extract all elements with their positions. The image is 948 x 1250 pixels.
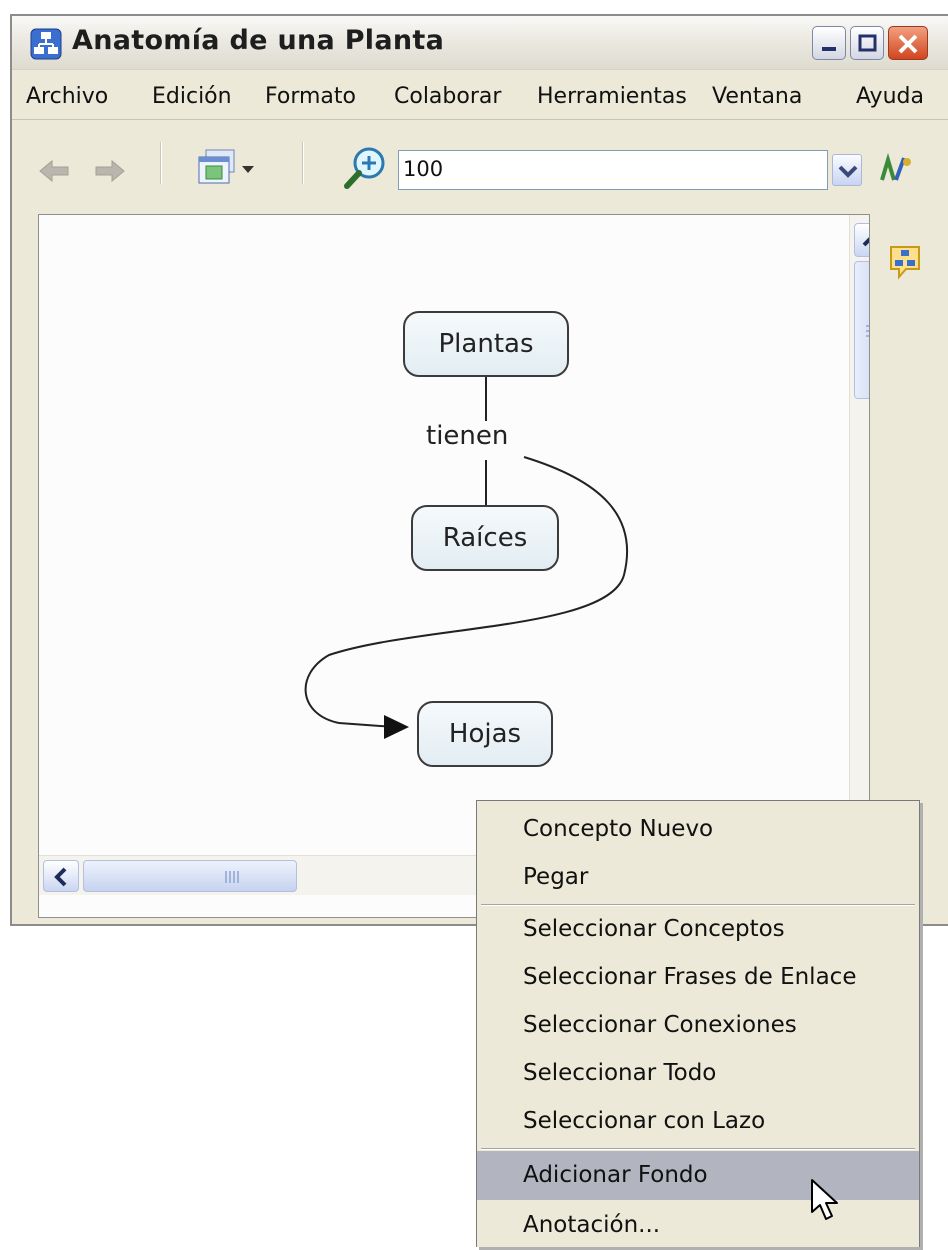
menu-item-pegar[interactable]: Pegar xyxy=(477,853,919,902)
minimize-icon xyxy=(822,47,836,51)
menu-archivo[interactable]: Archivo xyxy=(26,84,108,109)
menu-item-seleccionar-con-lazo[interactable]: Seleccionar con Lazo xyxy=(477,1097,919,1146)
vertical-scroll-thumb[interactable] xyxy=(854,261,869,399)
menu-ayuda[interactable]: Ayuda xyxy=(856,84,924,109)
toolbar-separator xyxy=(160,142,162,184)
menu-item-seleccionar-conceptos[interactable]: Seleccionar Conceptos xyxy=(477,905,919,954)
toolbar-separator xyxy=(302,142,304,184)
window-title: Anatomía de una Planta xyxy=(72,25,445,56)
zoom-input[interactable]: 100 xyxy=(398,150,828,190)
back-arrow-icon[interactable] xyxy=(38,158,72,184)
maximize-icon xyxy=(858,34,877,52)
menu-item-adicionar-fondo[interactable]: Adicionar Fondo xyxy=(477,1151,919,1200)
menu-item-seleccionar-conexiones[interactable]: Seleccionar Conexiones xyxy=(477,1001,919,1050)
scroll-up-button[interactable] xyxy=(854,223,869,257)
styles-icon[interactable] xyxy=(878,152,914,186)
vertical-scrollbar[interactable] xyxy=(849,215,869,855)
mouse-cursor-icon xyxy=(811,1179,838,1220)
cmap-window: Anatomía de una Planta Archivo Edición F… xyxy=(10,14,948,926)
minimize-button[interactable] xyxy=(812,26,846,60)
chevron-down-icon xyxy=(838,165,858,178)
close-icon xyxy=(898,34,918,54)
menu-item-seleccionar-todo[interactable]: Seleccionar Todo xyxy=(477,1049,919,1098)
menu-edicion[interactable]: Edición xyxy=(152,84,232,109)
zoom-in-icon[interactable] xyxy=(342,144,390,192)
scroll-left-button[interactable] xyxy=(43,860,79,892)
cmap-app-icon xyxy=(30,28,62,60)
title-bar[interactable]: Anatomía de una Planta xyxy=(12,16,948,70)
horizontal-scroll-thumb[interactable] xyxy=(83,860,297,892)
menu-ventana[interactable]: Ventana xyxy=(712,84,802,109)
menu-bar: Archivo Edición Formato Colaborar Herram… xyxy=(12,70,948,120)
grip-icon xyxy=(866,325,869,337)
chevron-up-icon xyxy=(862,237,869,247)
grip-icon xyxy=(225,871,239,883)
menu-separator xyxy=(481,1148,915,1150)
view-window-icon[interactable] xyxy=(196,148,262,192)
linking-phrase-tienen[interactable]: tienen xyxy=(424,421,511,451)
context-menu: Concepto Nuevo Pegar Seleccionar Concept… xyxy=(476,800,920,1247)
chevron-left-icon xyxy=(54,867,67,887)
maximize-button[interactable] xyxy=(850,26,884,60)
concept-plantas[interactable]: Plantas xyxy=(403,311,569,377)
menu-item-anotacion[interactable]: Anotación... xyxy=(477,1201,919,1250)
close-button[interactable] xyxy=(888,26,928,60)
arrowhead-icon xyxy=(384,715,409,739)
menu-item-seleccionar-frases-de-enlace[interactable]: Seleccionar Frases de Enlace xyxy=(477,953,919,1002)
toolbar: 100 xyxy=(12,120,948,212)
concept-hojas[interactable]: Hojas xyxy=(417,701,553,767)
concept-map-panel-icon[interactable] xyxy=(888,244,922,280)
zoom-dropdown-button[interactable] xyxy=(832,154,862,186)
concept-raices[interactable]: Raíces xyxy=(411,505,559,571)
menu-formato[interactable]: Formato xyxy=(265,84,356,109)
menu-colaborar[interactable]: Colaborar xyxy=(394,84,501,109)
menu-item-concepto-nuevo[interactable]: Concepto Nuevo xyxy=(477,805,919,854)
forward-arrow-icon[interactable] xyxy=(92,158,126,184)
menu-herramientas[interactable]: Herramientas xyxy=(537,84,687,109)
